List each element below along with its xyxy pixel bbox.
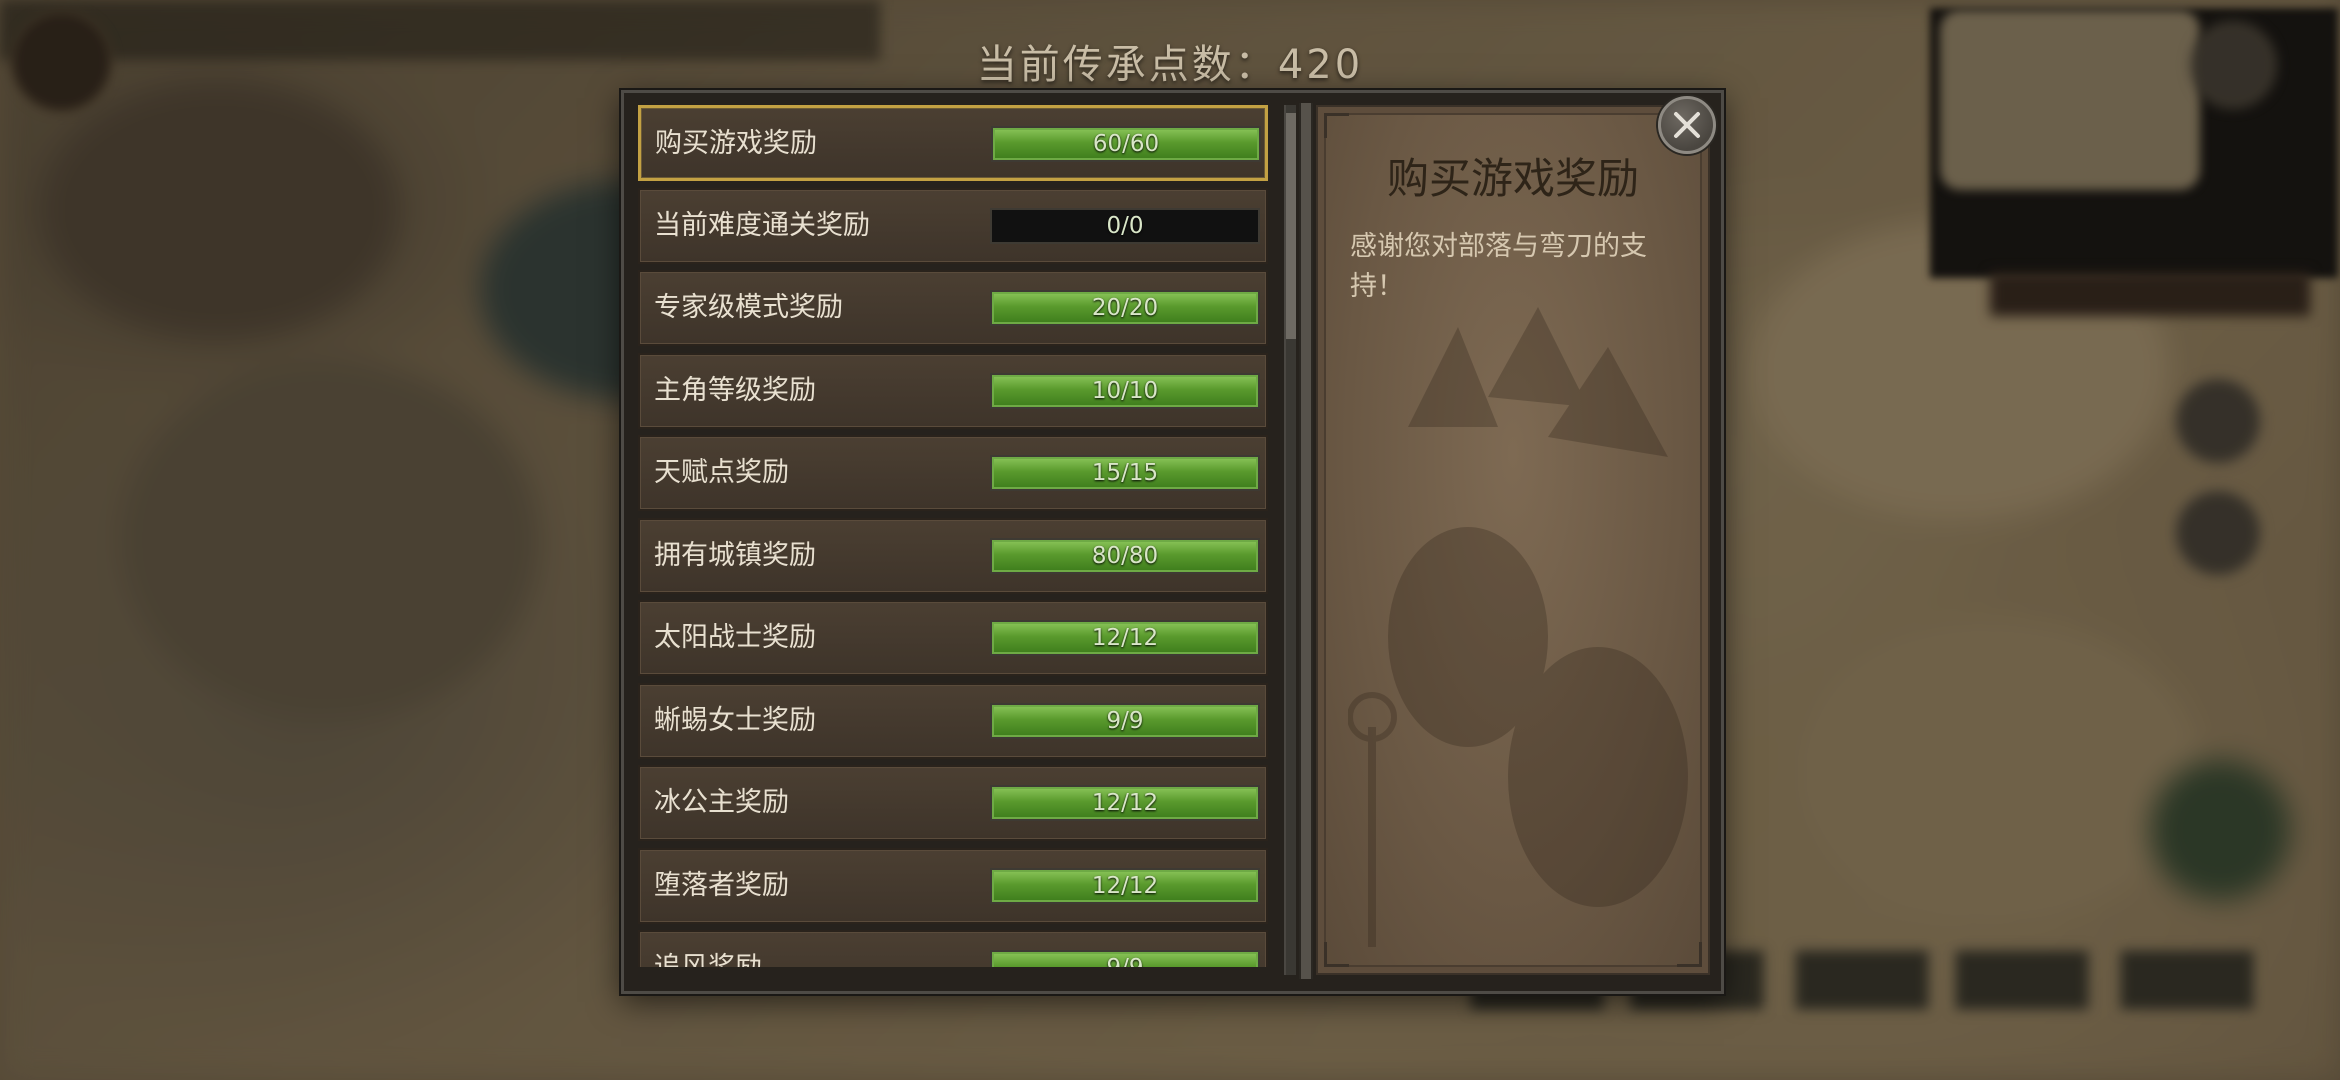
reward-progress-text: 12/12 [1091,790,1159,816]
reward-label: 冰公主奖励 [654,787,789,818]
reward-progress-text: 9/9 [992,952,1258,967]
reward-label: 天赋点奖励 [654,457,789,488]
reward-label: 当前难度通关奖励 [654,209,870,241]
reward-label: 主角等级奖励 [654,374,816,406]
reward-row[interactable]: 蜥蜴女士奖励 9/9 [638,682,1268,759]
reward-label: 专家级模式奖励 [654,292,843,323]
detail-title: 购买游戏奖励 [1386,154,1639,203]
reward-label: 追风奖励 [654,932,762,967]
reward-label: 太阳战士奖励 [654,622,816,653]
reward-progress-text: 60/60 [1092,131,1160,157]
legacy-points-value: 420 [1277,42,1364,88]
reward-row[interactable]: 堕落者奖励 12/12 [638,847,1268,924]
reward-progress-text: 12/12 [1091,625,1159,651]
reward-label: 购买游戏奖励 [655,128,817,159]
warrior-illustration [1348,307,1688,947]
scrollbar[interactable] [1284,105,1296,975]
detail-description: 感谢您对部落与弯刀的支持！ [1350,231,1647,302]
reward-row[interactable]: 主角等级奖励 10/10 [638,352,1268,429]
reward-list: 购买游戏奖励 60/60 当前难度通关奖励 0/0 专家级模式奖励 20/20 主角等级奖励… [634,105,1296,967]
reward-row[interactable]: 冰公主奖励 12/12 [638,765,1268,841]
reward-row[interactable]: 购买游戏奖励 60/60 [638,105,1268,181]
reward-progress-bar: 0/0 [990,207,1260,244]
reward-progress-text: 10/10 [1091,377,1159,404]
reward-label: 拥有城镇奖励 [654,539,816,571]
close-button[interactable] [1658,96,1716,154]
scrollbar-thumb[interactable] [1286,113,1296,339]
reward-progress-bar: 9/9 [990,950,1260,967]
reward-progress-bar: 20/20 [990,290,1260,326]
reward-label: 堕落者奖励 [654,869,789,901]
reward-row[interactable]: 当前难度通关奖励 0/0 [638,187,1268,264]
reward-label: 蜥蜴女士奖励 [654,704,816,736]
legacy-points-label: 当前传承点数： [976,42,1278,88]
reward-progress-bar: 15/15 [990,455,1260,491]
reward-progress-text: 12/12 [1091,872,1159,899]
reward-progress-text: 80/80 [1091,542,1159,569]
reward-row[interactable]: 太阳战士奖励 12/12 [638,600,1268,676]
reward-progress-text: 0/0 [1106,212,1144,239]
reward-progress-bar: 60/60 [991,126,1261,162]
reward-progress-bar: 12/12 [990,867,1260,904]
reward-row[interactable]: 拥有城镇奖励 80/80 [638,517,1268,594]
legacy-points-header: 当前传承点数：420 [870,32,1470,90]
reward-row[interactable]: 天赋点奖励 15/15 [638,435,1268,511]
reward-progress-text: 9/9 [1106,707,1144,734]
reward-progress-text: 20/20 [1091,295,1159,321]
panel-divider [1299,103,1313,979]
reward-progress-bar: 12/12 [990,620,1260,656]
close-icon [1674,112,1700,138]
reward-detail-panel: 购买游戏奖励 感谢您对部落与弯刀的支持！ [1316,105,1710,975]
reward-row[interactable]: 专家级模式奖励 20/20 [638,270,1268,346]
reward-progress-bar: 9/9 [990,702,1260,739]
reward-progress-bar: 10/10 [990,372,1260,409]
reward-progress-bar: 80/80 [990,537,1260,574]
reward-progress-text: 15/15 [1091,460,1159,486]
reward-row[interactable]: 追风奖励 9/9 [638,930,1268,967]
reward-progress-bar: 12/12 [990,785,1260,821]
legacy-rewards-panel: 购买游戏奖励 60/60 当前难度通关奖励 0/0 专家级模式奖励 20/20 主角等级奖励… [621,90,1724,994]
